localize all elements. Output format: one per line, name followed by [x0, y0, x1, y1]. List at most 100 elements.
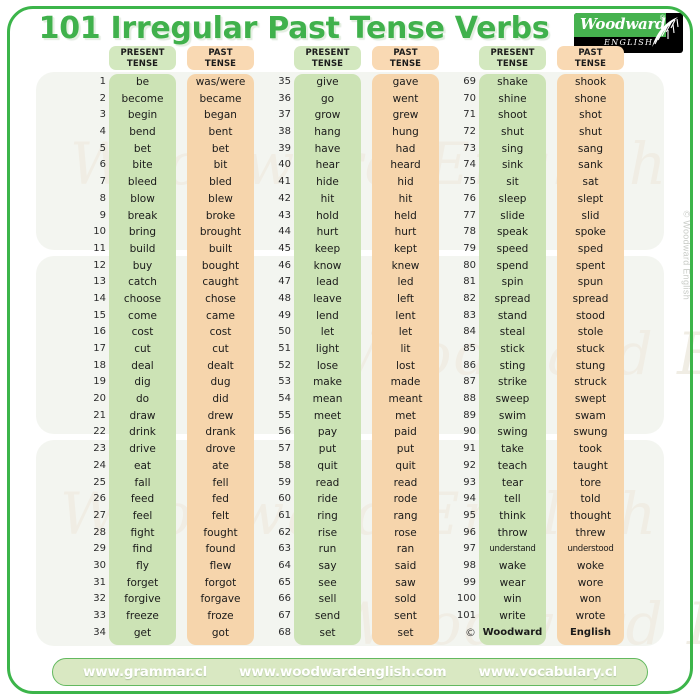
table-row: 37 grow grew	[273, 107, 458, 124]
table-row: 1 be was/were	[88, 74, 273, 91]
past-tense-cell: built	[208, 242, 233, 255]
past-tense-cell: said	[394, 559, 417, 572]
row-number: 12	[93, 259, 106, 271]
table-row: 45 keep kept	[273, 241, 458, 258]
present-tense-cell: bend	[129, 126, 156, 139]
present-tense-cell: hear	[315, 159, 340, 172]
table-row: 48 leave left	[273, 291, 458, 308]
table-row: 46 know knew	[273, 258, 458, 275]
row-number: 87	[463, 376, 476, 388]
past-tense-cell: quit	[395, 459, 416, 472]
table-row: 69 shake shook	[458, 74, 643, 91]
table-row: 16 cost cost	[88, 324, 273, 341]
present-tense-cell: let	[320, 326, 335, 339]
table-row: 50 let let	[273, 324, 458, 341]
present-tense-cell: find	[132, 543, 153, 556]
table-row: 65 see saw	[273, 575, 458, 592]
row-number: 17	[93, 343, 106, 354]
row-number: 43	[278, 209, 291, 221]
present-tense-cell: fight	[130, 526, 155, 539]
table-row: 88 sweep swept	[458, 391, 643, 408]
header-line-2: TENSE	[204, 58, 237, 69]
table-row: 10 bring brought	[88, 224, 273, 241]
row-number: 56	[278, 426, 291, 438]
present-tense-cell: keep	[314, 242, 341, 255]
past-tense-cell: hit	[398, 192, 413, 205]
past-tense-cell: rode	[393, 493, 418, 506]
present-tense-cell: hide	[316, 176, 339, 189]
table-row: 25 fall fell	[88, 475, 273, 492]
row-number: 70	[463, 92, 476, 104]
row-number: 26	[93, 493, 106, 505]
present-tense-cell: hit	[320, 192, 335, 205]
present-tense-cell: ride	[317, 493, 338, 506]
past-tense-cell: spread	[572, 292, 609, 305]
row-number: 50	[278, 326, 291, 338]
verb-column-block-1: PRESENT TENSE PAST TENSE 1 be was/were 2 bec…	[88, 46, 273, 645]
header-line-2: TENSE	[574, 58, 607, 69]
past-tense-cell: shook	[574, 76, 607, 88]
present-tense-cell: speed	[496, 242, 529, 255]
row-number: 42	[278, 192, 291, 204]
row-number: 31	[93, 576, 106, 588]
table-row: 56 pay paid	[273, 424, 458, 441]
link-vocabulary-cl[interactable]: www.vocabulary.cl	[479, 664, 618, 680]
row-number: 48	[278, 292, 291, 304]
header-line-1: PAST	[393, 48, 418, 58]
row-number: 15	[93, 309, 106, 321]
table-row: 13 catch caught	[88, 274, 273, 291]
table-row: 85 stick stuck	[458, 341, 643, 358]
row-number: 6	[99, 159, 106, 171]
table-row: 23 drive drove	[88, 441, 273, 458]
table-row: 87 strike struck	[458, 374, 643, 391]
header-line-1: PAST	[578, 48, 603, 58]
present-tense-cell: stand	[497, 309, 528, 322]
present-tense-cell: leave	[313, 292, 342, 305]
header-line-2: TENSE	[311, 58, 344, 69]
table-row: 74 sink sank	[458, 157, 643, 174]
link-woodwardenglish-com[interactable]: www.woodwardenglish.com	[239, 664, 447, 680]
table-row: 79 speed sped	[458, 241, 643, 258]
present-tense-cell: draw	[129, 409, 156, 422]
table-row: 59 read read	[273, 475, 458, 492]
past-tense-cell: forgave	[200, 593, 241, 606]
table-row: 44 hurt hurt	[273, 224, 458, 241]
row-number: 84	[463, 326, 476, 338]
row-number: 21	[93, 409, 106, 421]
row-number: 101	[456, 610, 476, 621]
table-row: 68 set set	[273, 625, 458, 642]
row-number: 47	[278, 276, 291, 288]
row-number: 38	[278, 126, 291, 138]
table-row: 3 begin began	[88, 107, 273, 124]
present-tense-cell: speak	[496, 226, 529, 239]
row-number: 18	[93, 359, 106, 371]
table-row: 92 teach taught	[458, 458, 643, 475]
present-tense-cell: know	[313, 259, 342, 272]
past-tense-cell: hung	[392, 126, 419, 139]
past-tense-cell: sent	[394, 610, 417, 622]
row-number: 25	[93, 476, 106, 488]
past-tense-cell: flew	[209, 559, 232, 572]
past-tense-cell: got	[211, 626, 230, 639]
header-past-tense: PAST TENSE	[187, 46, 254, 70]
verbs-table: PRESENT TENSE PAST TENSE 1 be was/were 2 bec…	[0, 46, 700, 648]
link-grammar-cl[interactable]: www.grammar.cl	[83, 664, 207, 680]
row-number: 23	[93, 443, 106, 455]
past-tense-cell: became	[199, 92, 242, 105]
present-tense-cell: quit	[317, 459, 338, 472]
row-number: 71	[463, 109, 476, 121]
table-row: 71 shoot shot	[458, 107, 643, 124]
present-tense-cell: fall	[134, 476, 151, 489]
table-row: 91 take took	[458, 441, 643, 458]
present-tense-cell: hold	[316, 209, 339, 222]
past-tense-cell: ate	[211, 459, 229, 472]
past-tense-cell: swung	[573, 426, 608, 439]
past-tense-cell: ran	[396, 543, 415, 556]
present-tense-cell: catch	[128, 276, 157, 289]
past-tense-cell: blew	[208, 192, 233, 205]
footer-brand-suffix-cell: English	[569, 626, 612, 638]
row-number: 91	[463, 443, 476, 455]
past-tense-cell: cut	[212, 343, 229, 355]
past-tense-cell: went	[392, 92, 419, 105]
past-tense-cell: won	[579, 593, 602, 606]
